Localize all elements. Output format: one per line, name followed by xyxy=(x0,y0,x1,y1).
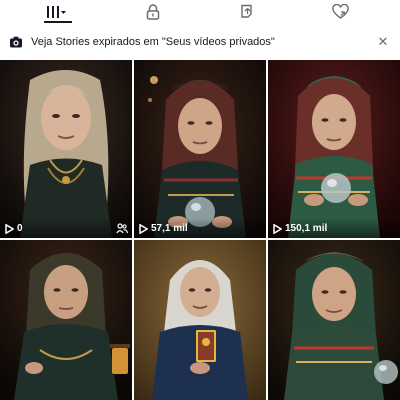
expired-stories-banner[interactable]: Veja Stories expirados em "Seus vídeos p… xyxy=(0,27,400,57)
lock-icon xyxy=(146,4,160,20)
view-count-label: 150,1 mil xyxy=(285,223,328,234)
active-tab-indicator xyxy=(44,21,72,23)
tab-private[interactable] xyxy=(103,0,203,24)
video-tile[interactable]: 150,1 mil xyxy=(268,60,400,238)
play-icon xyxy=(5,223,14,234)
lock-people-icon xyxy=(116,223,128,234)
video-tile[interactable] xyxy=(134,240,266,400)
banner-text: Veja Stories expirados em "Seus vídeos p… xyxy=(31,36,275,48)
view-count: 150,1 mil xyxy=(273,223,327,234)
view-count: 0 xyxy=(5,223,23,234)
video-tile[interactable]: 57,1 mil xyxy=(134,60,266,238)
view-count: 57,1 mil xyxy=(139,223,188,234)
tab-reposts[interactable] xyxy=(197,0,297,24)
view-count-label: 57,1 mil xyxy=(151,223,188,234)
video-thumbnail xyxy=(0,240,132,400)
video-thumbnail xyxy=(268,240,400,400)
video-tile[interactable]: 0 xyxy=(0,60,132,238)
tab-liked[interactable] xyxy=(290,0,390,24)
video-thumbnail xyxy=(134,240,266,400)
grid-icon xyxy=(47,6,66,18)
video-tile[interactable] xyxy=(0,240,132,400)
play-icon xyxy=(273,223,282,234)
repost-icon xyxy=(241,4,252,18)
video-thumbnail xyxy=(268,60,400,238)
video-thumbnail xyxy=(134,60,266,238)
view-count-label: 0 xyxy=(17,223,23,234)
video-grid: 0 57,1 mil 150,1 mil xyxy=(0,60,400,400)
play-icon xyxy=(139,223,148,234)
video-thumbnail xyxy=(0,60,132,238)
liked-heart-icon xyxy=(331,4,349,19)
close-icon[interactable]: ✕ xyxy=(376,35,390,49)
profile-tab-bar xyxy=(0,0,400,24)
video-tile[interactable] xyxy=(268,240,400,400)
stories-camera-icon xyxy=(10,36,22,48)
tab-videos[interactable] xyxy=(6,0,106,24)
